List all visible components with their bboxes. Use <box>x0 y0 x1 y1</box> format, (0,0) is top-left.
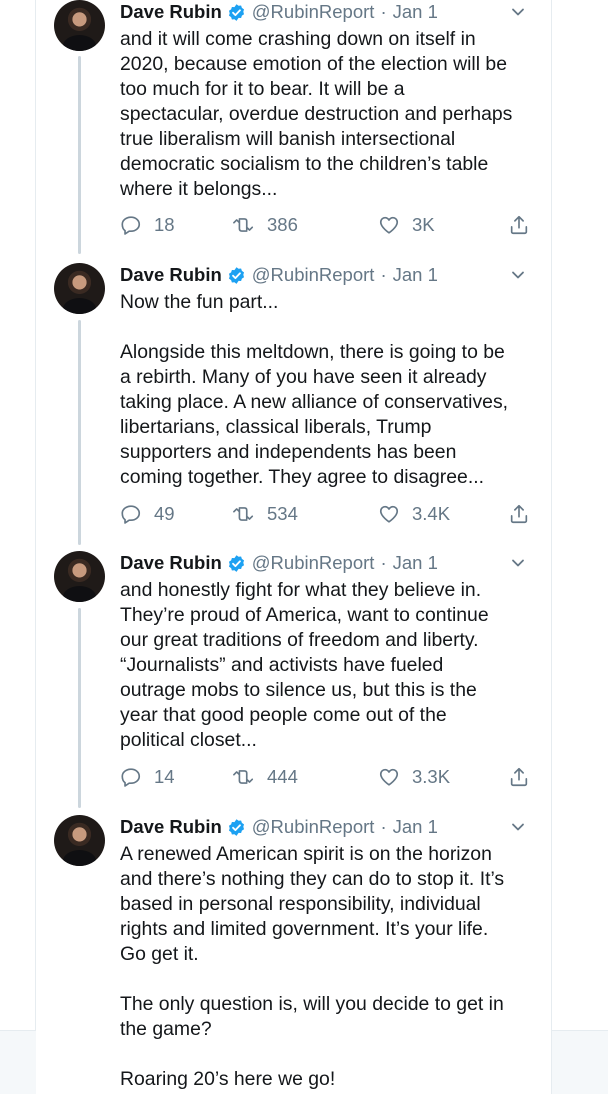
chevron-down-icon[interactable] <box>510 819 526 835</box>
heart-icon <box>379 768 399 786</box>
author-handle[interactable]: @RubinReport <box>252 816 375 838</box>
retweet-icon <box>233 507 254 521</box>
verified-badge-icon <box>228 3 244 21</box>
tweet-header: Dave Rubin @RubinReport · Jan 1 <box>120 815 540 839</box>
share-icon <box>510 767 528 787</box>
retweet-count: 386 <box>267 214 298 235</box>
thread-connector <box>78 56 81 254</box>
tweet-content: Dave Rubin @RubinReport · Jan 1 Now the … <box>120 263 540 524</box>
verified-badge-icon <box>228 266 244 284</box>
reply-count: 18 <box>154 214 175 235</box>
author-name[interactable]: Dave Rubin <box>120 816 222 838</box>
avatar[interactable] <box>54 551 105 602</box>
avatar[interactable] <box>54 0 105 51</box>
author-name[interactable]: Dave Rubin <box>120 1 222 23</box>
author-name[interactable]: Dave Rubin <box>120 552 222 574</box>
tweet-actions: 14 444 3.3K <box>120 764 540 790</box>
tweet-text: and honestly fight for what they believe… <box>120 579 489 751</box>
tweet-header: Dave Rubin @RubinReport · Jan 1 <box>120 263 540 287</box>
like-button[interactable]: 3K <box>378 214 435 236</box>
retweet-count: 444 <box>267 766 298 787</box>
verified-badge-icon <box>228 818 244 836</box>
author-handle[interactable]: @RubinReport <box>252 1 375 23</box>
tweet-header: Dave Rubin @RubinReport · Jan 1 <box>120 0 540 24</box>
retweet-count: 534 <box>267 503 298 524</box>
tweet-content: Dave Rubin @RubinReport · Jan 1 A renewe… <box>120 815 540 1092</box>
tweet-date[interactable]: Jan 1 <box>393 1 438 23</box>
retweet-icon <box>233 218 254 232</box>
share-icon <box>510 215 528 235</box>
like-button[interactable]: 3.3K <box>378 766 450 788</box>
reply-icon <box>121 505 141 524</box>
tweet-date[interactable]: Jan 1 <box>393 816 438 838</box>
reply-count: 14 <box>154 766 175 787</box>
tweet-date[interactable]: Jan 1 <box>393 264 438 286</box>
tweet-header: Dave Rubin @RubinReport · Jan 1 <box>120 551 540 575</box>
like-button[interactable]: 3.4K <box>378 503 450 525</box>
tweet-content: Dave Rubin @RubinReport · Jan 1 and it w… <box>120 0 540 235</box>
panel-border-right <box>551 0 552 1094</box>
chevron-down-icon[interactable] <box>510 4 526 20</box>
panel-border-left <box>35 0 36 1094</box>
share-icon <box>510 504 528 524</box>
reply-button[interactable]: 14 <box>120 766 175 788</box>
chevron-down-icon[interactable] <box>510 555 526 571</box>
tweet-thread-page: Dave Rubin @RubinReport · Jan 1 and it w… <box>0 0 608 1094</box>
tweet-text: A renewed American spirit is on the hori… <box>120 843 505 1090</box>
thread-connector <box>78 320 81 545</box>
retweet-icon <box>233 770 254 784</box>
tweet-content: Dave Rubin @RubinReport · Jan 1 and hone… <box>120 551 540 787</box>
share-button[interactable] <box>508 766 542 788</box>
author-handle[interactable]: @RubinReport <box>252 552 375 574</box>
share-button[interactable] <box>508 214 542 236</box>
separator-dot: · <box>380 1 387 22</box>
retweet-button[interactable]: 386 <box>233 214 298 236</box>
author-handle[interactable]: @RubinReport <box>252 264 375 286</box>
tweet-actions: 18 386 3K <box>120 212 540 238</box>
reply-count: 49 <box>154 503 175 524</box>
tweet-text: and it will come crashing down on itself… <box>120 28 513 200</box>
avatar[interactable] <box>54 815 105 866</box>
separator-dot: · <box>380 816 387 837</box>
retweet-button[interactable]: 534 <box>233 503 298 525</box>
like-count: 3.3K <box>412 766 451 787</box>
separator-dot: · <box>380 264 387 285</box>
background-right <box>552 1030 608 1094</box>
retweet-button[interactable]: 444 <box>233 766 298 788</box>
tweet-actions: 49 534 3.4K <box>120 501 540 527</box>
like-count: 3K <box>412 214 435 235</box>
background-left <box>0 1030 36 1094</box>
reply-button[interactable]: 49 <box>120 503 175 525</box>
avatar[interactable] <box>54 263 105 314</box>
share-button[interactable] <box>508 503 542 525</box>
author-name[interactable]: Dave Rubin <box>120 264 222 286</box>
reply-icon <box>121 768 141 787</box>
separator-dot: · <box>380 552 387 573</box>
chevron-down-icon[interactable] <box>510 267 526 283</box>
tweet-text: Now the fun part... Alongside this meltd… <box>120 291 509 488</box>
reply-icon <box>121 216 141 235</box>
verified-badge-icon <box>228 554 244 572</box>
reply-button[interactable]: 18 <box>120 214 175 236</box>
tweet-date[interactable]: Jan 1 <box>393 552 438 574</box>
heart-icon <box>379 216 399 234</box>
thread-connector <box>78 608 81 808</box>
like-count: 3.4K <box>412 503 451 524</box>
heart-icon <box>379 505 399 523</box>
